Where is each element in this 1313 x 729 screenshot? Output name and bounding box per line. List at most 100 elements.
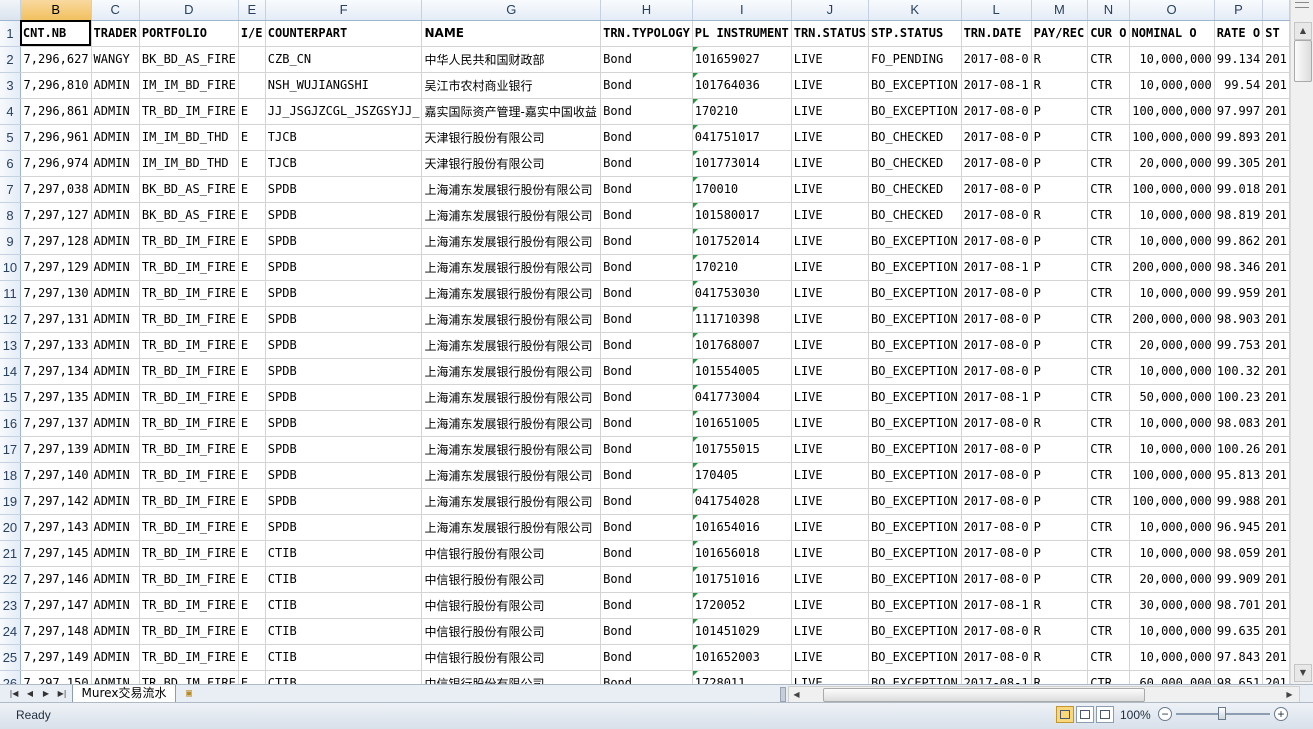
cell[interactable]: P	[1031, 436, 1089, 463]
cell[interactable]: 99.305	[1214, 150, 1264, 177]
cell[interactable]: E	[238, 618, 266, 645]
cell[interactable]: SPDB	[265, 332, 423, 359]
cell[interactable]: BO_EXCEPTION	[868, 592, 962, 619]
cell[interactable]: BO_EXCEPTION	[868, 98, 962, 125]
cell[interactable]: 2017-08-0	[961, 228, 1032, 255]
cell[interactable]: E	[238, 124, 266, 151]
cell[interactable]: 7,297,149	[20, 644, 92, 671]
cell[interactable]: 中信银行股份有限公司	[421, 644, 602, 671]
cell[interactable]: 2017-08-0	[961, 644, 1032, 671]
cell[interactable]: ADMIN	[91, 436, 140, 463]
cell[interactable]: 2017-08-0	[961, 410, 1032, 437]
cell[interactable]: P	[1031, 306, 1089, 333]
cell[interactable]: 7,297,130	[20, 280, 92, 307]
header-cell[interactable]: TRADER	[91, 20, 140, 47]
column-header-o[interactable]: O	[1129, 0, 1215, 21]
cell[interactable]: 201	[1262, 566, 1290, 593]
cell[interactable]: 7,297,142	[20, 488, 92, 515]
cell[interactable]: CTR	[1087, 280, 1130, 307]
cell[interactable]: E	[238, 436, 266, 463]
cell[interactable]: 中信银行股份有限公司	[421, 592, 602, 619]
row-header[interactable]: 12	[0, 306, 21, 333]
cell[interactable]: 10,000,000	[1129, 280, 1215, 307]
cell[interactable]: CTR	[1087, 98, 1130, 125]
cell[interactable]: BO_EXCEPTION	[868, 410, 962, 437]
cell[interactable]: TR_BD_IM_FIRE	[139, 566, 239, 593]
cell[interactable]: 101451029	[692, 618, 792, 645]
cell[interactable]: ADMIN	[91, 540, 140, 567]
cell[interactable]: 100.32	[1214, 358, 1264, 385]
cell[interactable]: 7,296,810	[20, 72, 92, 99]
cell[interactable]: CTIB	[265, 566, 423, 593]
cell[interactable]: ADMIN	[91, 462, 140, 489]
cell[interactable]: LIVE	[791, 514, 869, 541]
cell[interactable]: 101651005	[692, 410, 792, 437]
cell[interactable]: 201	[1262, 436, 1290, 463]
vertical-scroll-thumb[interactable]	[1294, 40, 1312, 82]
header-cell[interactable]: COUNTERPART	[265, 20, 423, 47]
cell[interactable]: SPDB	[265, 176, 423, 203]
cell[interactable]: Bond	[600, 150, 693, 177]
cell[interactable]: 2017-08-0	[961, 332, 1032, 359]
cell[interactable]: 2017-08-1	[961, 592, 1032, 619]
cell[interactable]: SPDB	[265, 358, 423, 385]
cell[interactable]: 1720052	[692, 592, 792, 619]
cell[interactable]: 201	[1262, 124, 1290, 151]
cell[interactable]: P	[1031, 514, 1089, 541]
insert-sheet-icon[interactable]: ▣	[178, 687, 200, 700]
page-break-preview-icon[interactable]	[1096, 706, 1114, 723]
cell[interactable]: BO_EXCEPTION	[868, 462, 962, 489]
cell[interactable]: SPDB	[265, 202, 423, 229]
cell[interactable]: BO_EXCEPTION	[868, 566, 962, 593]
cell[interactable]: 上海浦东发展银行股份有限公司	[421, 332, 602, 359]
cell[interactable]: TR_BD_IM_FIRE	[139, 462, 239, 489]
cell[interactable]: 2017-08-0	[961, 488, 1032, 515]
cell[interactable]: 2017-08-0	[961, 566, 1032, 593]
cell[interactable]: NSH_WUJIANGSHI	[265, 72, 423, 99]
row-header[interactable]: 4	[0, 98, 21, 125]
cell[interactable]: 170010	[692, 176, 792, 203]
column-header-l[interactable]: L	[961, 0, 1032, 21]
cell[interactable]: CTR	[1087, 150, 1130, 177]
cell[interactable]: CTIB	[265, 644, 423, 671]
cell[interactable]: 上海浦东发展银行股份有限公司	[421, 462, 602, 489]
row-header[interactable]: 26	[0, 670, 21, 684]
cell[interactable]: LIVE	[791, 280, 869, 307]
page-layout-view-icon[interactable]	[1076, 706, 1094, 723]
cell[interactable]: 98.059	[1214, 540, 1264, 567]
cell[interactable]: 7,297,146	[20, 566, 92, 593]
cell[interactable]: Bond	[600, 254, 693, 281]
cell[interactable]: SPDB	[265, 228, 423, 255]
column-header-p[interactable]: P	[1214, 0, 1264, 21]
cell[interactable]: CTR	[1087, 644, 1130, 671]
cell[interactable]: 2017-08-0	[961, 176, 1032, 203]
cell[interactable]: 10,000,000	[1129, 202, 1215, 229]
row-header[interactable]: 3	[0, 72, 21, 99]
row-header[interactable]: 11	[0, 280, 21, 307]
cell[interactable]: BK_BD_AS_FIRE	[139, 202, 239, 229]
cell[interactable]: 10,000,000	[1129, 358, 1215, 385]
row-header[interactable]: 2	[0, 46, 21, 73]
row-header[interactable]: 14	[0, 358, 21, 385]
cell[interactable]: ADMIN	[91, 306, 140, 333]
cell[interactable]: 98.819	[1214, 202, 1264, 229]
cell[interactable]: TR_BD_IM_FIRE	[139, 228, 239, 255]
vertical-scrollbar[interactable]: ▲ ▼	[1290, 0, 1313, 684]
cell[interactable]: Bond	[600, 540, 693, 567]
cell[interactable]: 99.54	[1214, 72, 1264, 99]
cell[interactable]: 101654016	[692, 514, 792, 541]
cell[interactable]: 上海浦东发展银行股份有限公司	[421, 358, 602, 385]
cell[interactable]: 98.903	[1214, 306, 1264, 333]
row-header[interactable]: 10	[0, 254, 21, 281]
cell[interactable]: TR_BD_IM_FIRE	[139, 280, 239, 307]
cell[interactable]: TJCB	[265, 124, 423, 151]
cell[interactable]: 7,297,128	[20, 228, 92, 255]
cell[interactable]: ADMIN	[91, 566, 140, 593]
zoom-slider-knob[interactable]	[1218, 707, 1226, 720]
cell[interactable]: LIVE	[791, 436, 869, 463]
cell[interactable]: LIVE	[791, 332, 869, 359]
header-cell[interactable]: NAME	[421, 20, 602, 47]
normal-view-icon[interactable]	[1056, 706, 1074, 723]
cell[interactable]: 101656018	[692, 540, 792, 567]
cell[interactable]: Bond	[600, 592, 693, 619]
